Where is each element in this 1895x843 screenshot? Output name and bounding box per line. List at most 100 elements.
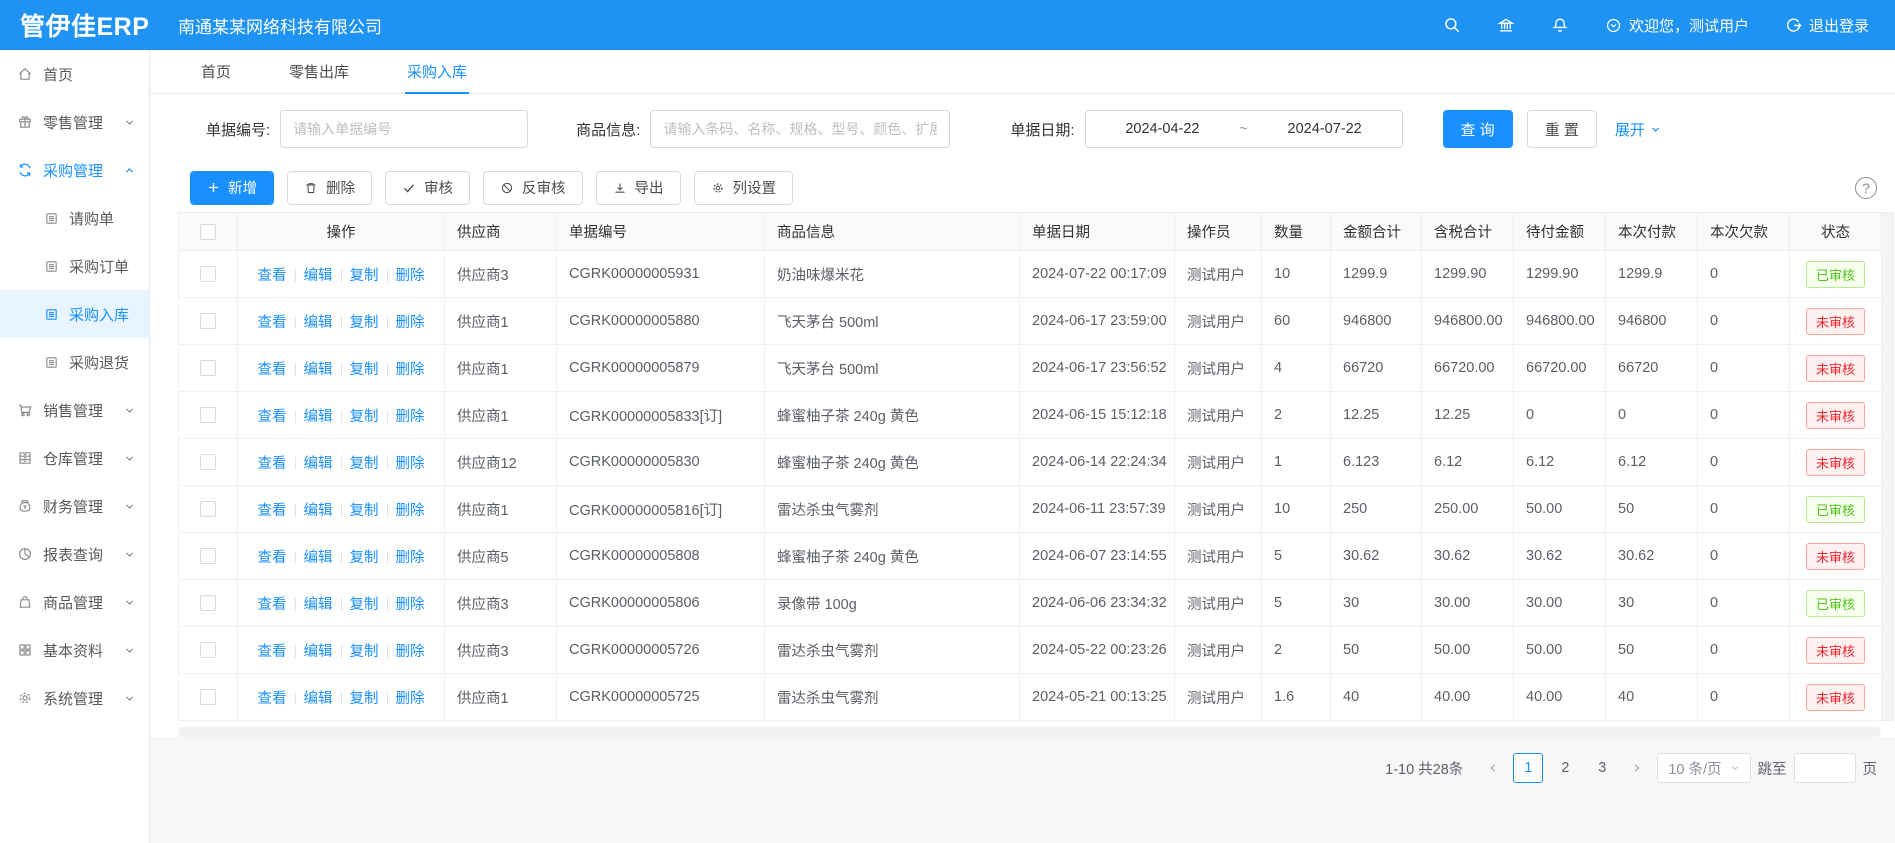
edit-link[interactable]: 编辑 — [304, 550, 333, 566]
column-settings-button[interactable]: 列设置 — [694, 171, 794, 205]
row-checkbox[interactable] — [200, 454, 216, 470]
copy-link[interactable]: 复制 — [350, 362, 379, 378]
sidebar-item-home[interactable]: 首页 — [0, 50, 149, 98]
edit-link[interactable]: 编辑 — [304, 409, 333, 425]
sidebar-item-purchase-request[interactable]: 请购单 — [0, 194, 149, 242]
copy-link[interactable]: 复制 — [350, 597, 379, 613]
page-button-3[interactable]: 3 — [1587, 753, 1617, 783]
row-checkbox[interactable] — [200, 642, 216, 658]
delete-link[interactable]: 删除 — [396, 597, 425, 613]
search-icon[interactable] — [1443, 16, 1461, 34]
product-info-input[interactable] — [650, 110, 950, 148]
col-header-paid: 本次付款 — [1606, 213, 1698, 251]
row-checkbox[interactable] — [200, 313, 216, 329]
horizontal-scrollbar[interactable] — [178, 727, 1881, 737]
logout-button[interactable]: 退出登录 — [1785, 15, 1869, 36]
row-checkbox[interactable] — [200, 266, 216, 282]
row-checkbox[interactable] — [200, 595, 216, 611]
delete-link[interactable]: 删除 — [396, 409, 425, 425]
sidebar-item-purchase-inbound[interactable]: 采购入库 — [0, 290, 149, 338]
jump-page-input[interactable] — [1794, 753, 1856, 783]
tab-retail-outbound[interactable]: 零售出库 — [260, 50, 378, 93]
tab-home[interactable]: 首页 — [172, 50, 260, 93]
edit-link[interactable]: 编辑 — [304, 691, 333, 707]
copy-link[interactable]: 复制 — [350, 550, 379, 566]
copy-link[interactable]: 复制 — [350, 503, 379, 519]
bank-icon[interactable] — [1497, 16, 1515, 34]
row-checkbox[interactable] — [200, 407, 216, 423]
edit-link[interactable]: 编辑 — [304, 456, 333, 472]
help-icon[interactable] — [1855, 177, 1877, 199]
bill-no-input[interactable] — [280, 110, 528, 148]
sidebar-item-system-mgmt[interactable]: 系统管理 — [0, 674, 149, 722]
date-to-value[interactable]: 2024-07-22 — [1288, 121, 1362, 137]
view-link[interactable]: 查看 — [258, 503, 287, 519]
row-checkbox[interactable] — [200, 548, 216, 564]
edit-link[interactable]: 编辑 — [304, 597, 333, 613]
row-checkbox[interactable] — [200, 689, 216, 705]
view-link[interactable]: 查看 — [258, 691, 287, 707]
delete-link[interactable]: 删除 — [396, 503, 425, 519]
view-link[interactable]: 查看 — [258, 268, 287, 284]
date-from-value[interactable]: 2024-04-22 — [1125, 121, 1199, 137]
copy-link[interactable]: 复制 — [350, 409, 379, 425]
next-page-button[interactable] — [1624, 753, 1650, 783]
payable-cell: 66720.00 — [1526, 360, 1586, 376]
delete-link[interactable]: 删除 — [396, 456, 425, 472]
sidebar-item-purchase-return[interactable]: 采购退货 — [0, 338, 149, 386]
sidebar-item-finance-mgmt[interactable]: 财务管理 — [0, 482, 149, 530]
edit-link[interactable]: 编辑 — [304, 644, 333, 660]
view-link[interactable]: 查看 — [258, 315, 287, 331]
sidebar-item-product-mgmt[interactable]: 商品管理 — [0, 578, 149, 626]
sidebar-item-retail-mgmt[interactable]: 零售管理 — [0, 98, 149, 146]
view-link[interactable]: 查看 — [258, 550, 287, 566]
row-checkbox[interactable] — [200, 360, 216, 376]
delete-link[interactable]: 删除 — [396, 362, 425, 378]
view-link[interactable]: 查看 — [258, 644, 287, 660]
delete-link[interactable]: 删除 — [396, 644, 425, 660]
sidebar-item-basic-data[interactable]: 基本资料 — [0, 626, 149, 674]
edit-link[interactable]: 编辑 — [304, 268, 333, 284]
row-checkbox[interactable] — [200, 501, 216, 517]
sidebar-item-warehouse-mgmt[interactable]: 仓库管理 — [0, 434, 149, 482]
delete-button[interactable]: 删除 — [287, 171, 372, 205]
sidebar-item-sales-mgmt[interactable]: 销售管理 — [0, 386, 149, 434]
page-button-2[interactable]: 2 — [1550, 753, 1580, 783]
copy-link[interactable]: 复制 — [350, 691, 379, 707]
edit-link[interactable]: 编辑 — [304, 503, 333, 519]
search-button[interactable]: 查 询 — [1443, 110, 1513, 148]
vertical-scrollbar[interactable] — [1882, 212, 1894, 721]
unaudit-button[interactable]: 反审核 — [483, 171, 583, 205]
audit-button[interactable]: 审核 — [385, 171, 470, 205]
delete-link[interactable]: 删除 — [396, 550, 425, 566]
view-link[interactable]: 查看 — [258, 597, 287, 613]
edit-link[interactable]: 编辑 — [304, 362, 333, 378]
delete-link[interactable]: 删除 — [396, 315, 425, 331]
page-button-1[interactable]: 1 — [1513, 753, 1543, 783]
view-link[interactable]: 查看 — [258, 409, 287, 425]
export-button[interactable]: 导出 — [596, 171, 681, 205]
sidebar-item-purchase-order[interactable]: 采购订单 — [0, 242, 149, 290]
user-menu[interactable]: 欢迎您，测试用户 — [1605, 15, 1749, 36]
delete-link[interactable]: 删除 — [396, 691, 425, 707]
copy-link[interactable]: 复制 — [350, 456, 379, 472]
select-all-checkbox[interactable] — [200, 224, 216, 240]
sidebar-item-report-query[interactable]: 报表查询 — [0, 530, 149, 578]
edit-link[interactable]: 编辑 — [304, 315, 333, 331]
delete-link[interactable]: 删除 — [396, 268, 425, 284]
add-button[interactable]: 新增 — [190, 171, 274, 205]
copy-link[interactable]: 复制 — [350, 644, 379, 660]
page-size-select[interactable]: 10 条/页 — [1657, 753, 1750, 783]
prev-page-button[interactable] — [1480, 753, 1506, 783]
view-link[interactable]: 查看 — [258, 362, 287, 378]
view-link[interactable]: 查看 — [258, 456, 287, 472]
sidebar-item-label: 采购订单 — [69, 256, 129, 277]
reset-button[interactable]: 重 置 — [1527, 110, 1597, 148]
sidebar-item-purchase-mgmt[interactable]: 采购管理 — [0, 146, 149, 194]
date-range-input[interactable]: 2024-04-22 ~ 2024-07-22 — [1085, 110, 1403, 148]
copy-link[interactable]: 复制 — [350, 315, 379, 331]
tab-purchase-inbound[interactable]: 采购入库 — [378, 50, 496, 93]
copy-link[interactable]: 复制 — [350, 268, 379, 284]
expand-link[interactable]: 展开 — [1615, 119, 1661, 140]
bell-icon[interactable] — [1551, 16, 1569, 34]
